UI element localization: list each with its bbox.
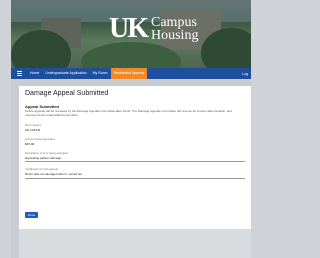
- lower-area: [11, 229, 251, 258]
- done-button[interactable]: Done: [25, 212, 38, 218]
- housing-logo[interactable]: UK Campus Housing: [109, 15, 198, 43]
- field-amount: Amount being appealed $45.00: [25, 137, 245, 146]
- nav-item-my-room[interactable]: My Room: [90, 68, 111, 79]
- page-title: Damage Appeal Submitted: [25, 90, 109, 97]
- field-room-space: Room Space KH-1234-B: [25, 123, 245, 132]
- page-frame: UK Campus Housing Home Undergraduate App…: [11, 0, 251, 258]
- menu-icon[interactable]: [11, 68, 27, 79]
- nav-item-undergraduate-application[interactable]: Undergraduate Application: [42, 68, 89, 79]
- logo-text-block: Campus Housing: [151, 16, 199, 43]
- field-value: $45.00: [25, 141, 35, 146]
- field-justification: Justification for this appeal Room was n…: [25, 167, 245, 179]
- field-underline: [25, 161, 245, 163]
- field-value: Room was not damaged when I moved out: [25, 172, 83, 177]
- logo-line-2: Housing: [151, 28, 199, 43]
- main-nav: Home Undergraduate Application My Room R…: [11, 68, 251, 79]
- appeal-description: Online appeals will be reviewed by the D…: [25, 109, 232, 117]
- field-value: Expanding pattern damage: [25, 155, 62, 160]
- uk-logo-mark: UK: [109, 13, 149, 44]
- nav-item-home[interactable]: Home: [27, 68, 42, 79]
- header-banner: UK Campus Housing: [11, 0, 251, 68]
- field-label: Room Space: [25, 122, 42, 127]
- field-label: Justification for this appeal: [25, 167, 58, 172]
- nav-logout-link[interactable]: Log: [242, 72, 251, 76]
- field-description: Description of item being appealed Expan…: [25, 151, 245, 163]
- field-value: KH-1234-B: [25, 127, 40, 132]
- appeal-card: Damage Appeal Submitted Appeal Submitted…: [19, 86, 251, 229]
- field-label: Description of item being appealed: [25, 150, 69, 155]
- field-label: Amount being appealed: [25, 136, 55, 141]
- lower-panel: [19, 229, 251, 258]
- nav-item-residential-appeals[interactable]: Residential Appeals: [110, 68, 148, 79]
- field-underline: [25, 177, 245, 179]
